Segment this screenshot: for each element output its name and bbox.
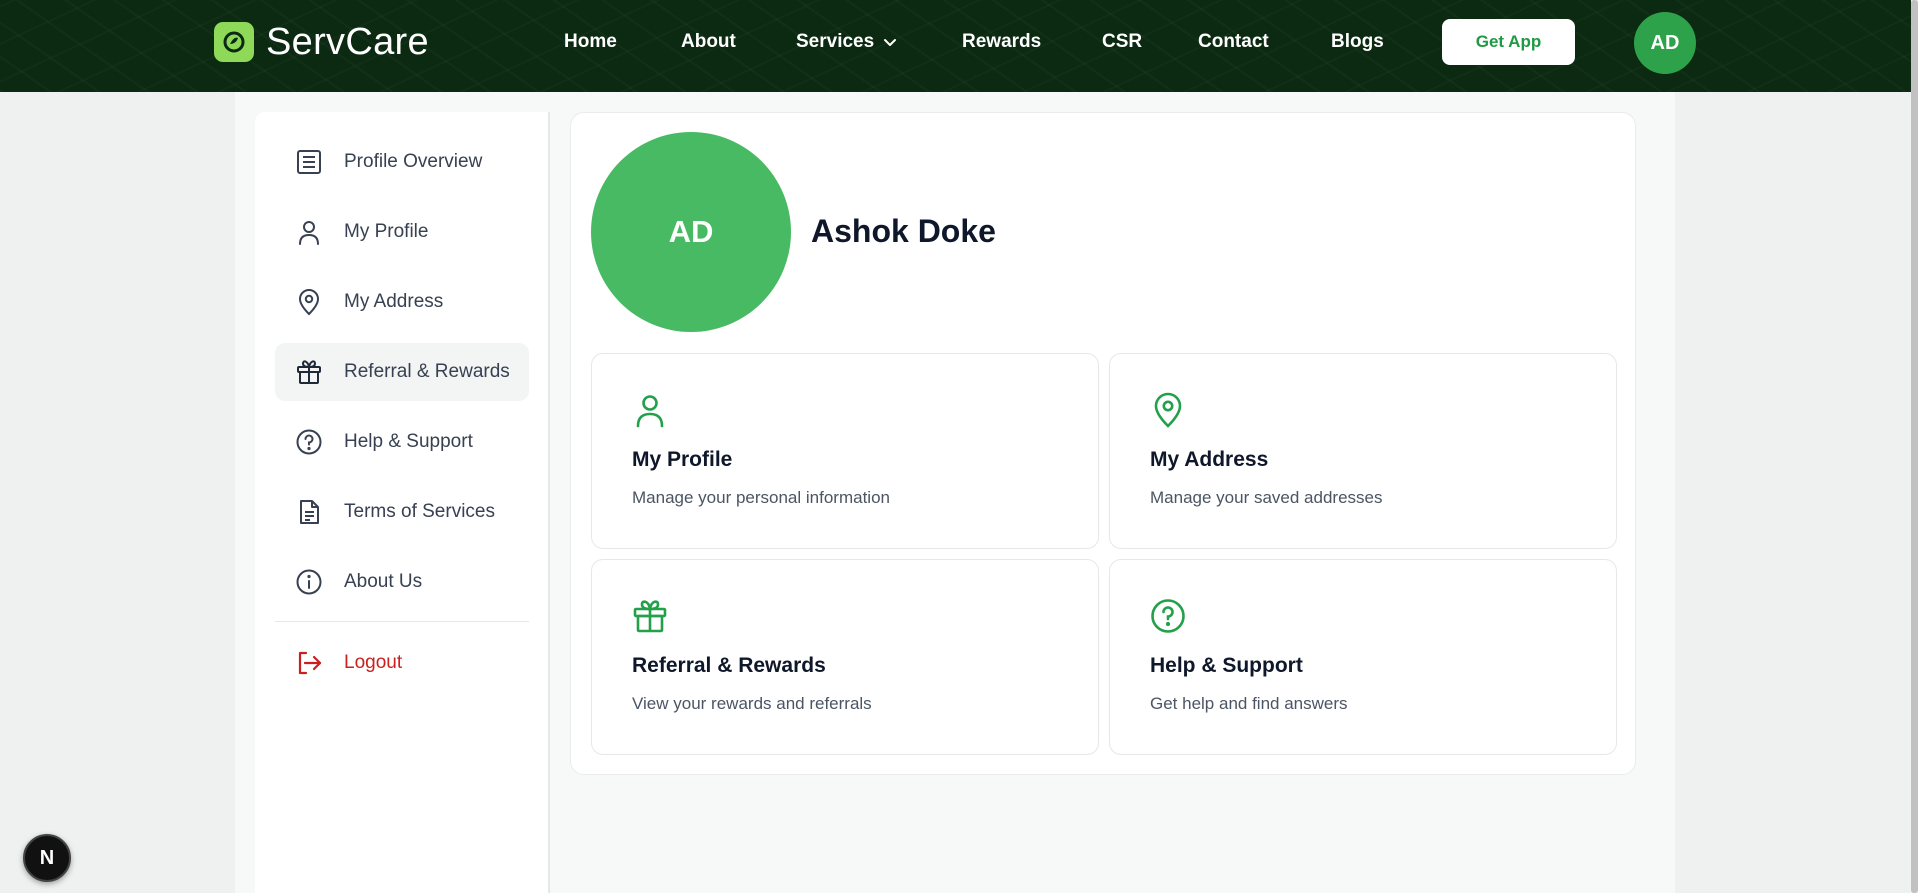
sidebar-item-referral-rewards[interactable]: Referral & Rewards — [275, 343, 529, 401]
map-pin-icon — [295, 288, 323, 316]
profile-sidebar: Profile Overview My Profile My Address R… — [255, 112, 550, 893]
card-desc: Get help and find answers — [1150, 694, 1348, 713]
card-my-address[interactable]: My Address Manage your saved addresses — [1109, 353, 1617, 549]
nav-contact-label: Contact — [1198, 31, 1269, 52]
card-title: My Profile — [632, 448, 733, 471]
user-icon — [636, 395, 664, 428]
logout-label: Logout — [344, 652, 403, 673]
brand-logo[interactable]: ServCare — [214, 21, 429, 63]
scrollbar-thumb[interactable] — [1911, 0, 1918, 893]
get-app-button[interactable]: Get App — [1442, 19, 1575, 65]
brand-name: ServCare — [266, 20, 429, 63]
sidebar-item-my-profile[interactable]: My Profile — [275, 203, 529, 261]
brand-logo-icon — [214, 22, 254, 62]
sidebar-item-label: Terms of Services — [344, 501, 495, 522]
gift-icon — [295, 358, 323, 386]
nav-blogs[interactable]: Blogs — [1331, 31, 1384, 53]
sidebar-item-help-support[interactable]: Help & Support — [275, 413, 529, 471]
nav-home[interactable]: Home — [564, 31, 617, 53]
top-header: ServCare Home About Services Rewards CSR… — [0, 0, 1911, 92]
card-referral-rewards[interactable]: Referral & Rewards View your rewards and… — [591, 559, 1099, 755]
card-my-profile[interactable]: My Profile Manage your personal informat… — [591, 353, 1099, 549]
sidebar-item-label: Referral & Rewards — [344, 361, 510, 382]
logout-icon — [295, 649, 323, 677]
document-icon — [295, 498, 323, 526]
sidebar-item-about-us[interactable]: About Us — [275, 553, 529, 611]
sidebar-item-my-address[interactable]: My Address — [275, 273, 529, 331]
card-desc: Manage your saved addresses — [1150, 488, 1383, 507]
sidebar-item-label: My Address — [344, 291, 444, 312]
card-desc: Manage your personal information — [632, 488, 890, 507]
list-icon — [295, 148, 323, 176]
nav-about-label: About — [681, 31, 736, 52]
profile-overview-panel: AD Ashok Doke My Profile Manage your per… — [570, 112, 1636, 775]
nav-csr-label: CSR — [1102, 31, 1143, 52]
chevron-down-icon — [884, 39, 897, 46]
nav-home-label: Home — [564, 31, 617, 52]
help-circle-icon — [1151, 599, 1185, 633]
user-icon — [295, 218, 323, 246]
nav-csr[interactable]: CSR — [1102, 31, 1142, 53]
nav-about[interactable]: About — [681, 31, 736, 53]
card-help-support[interactable]: Help & Support Get help and find answers — [1109, 559, 1617, 755]
header-avatar[interactable]: AD — [1634, 12, 1696, 74]
sidebar-item-terms[interactable]: Terms of Services — [275, 483, 529, 541]
profile-name: Ashok Doke — [811, 213, 996, 249]
nav-rewards-label: Rewards — [962, 31, 1042, 52]
page-scrollbar[interactable] — [1911, 0, 1918, 893]
nav-contact[interactable]: Contact — [1198, 31, 1269, 53]
sidebar-item-profile-overview[interactable]: Profile Overview — [275, 133, 529, 191]
sidebar-item-label: Profile Overview — [344, 151, 483, 172]
sidebar-item-label: About Us — [344, 571, 423, 592]
nav-rewards[interactable]: Rewards — [962, 31, 1041, 53]
sidebar-item-label: Help & Support — [344, 431, 473, 452]
map-pin-icon — [1154, 392, 1182, 428]
sidebar-divider — [275, 621, 529, 622]
card-title: Referral & Rewards — [632, 654, 826, 677]
card-title: Help & Support — [1150, 654, 1303, 677]
help-circle-icon — [295, 428, 323, 456]
nav-services-label: Services — [796, 31, 875, 52]
nav-blogs-label: Blogs — [1331, 31, 1384, 52]
dev-tools-badge[interactable]: N — [23, 834, 71, 882]
card-desc: View your rewards and referrals — [632, 694, 872, 713]
card-title: My Address — [1150, 448, 1269, 471]
logout-button[interactable]: Logout — [275, 634, 529, 692]
sidebar-item-label: My Profile — [344, 221, 429, 242]
gift-icon — [633, 600, 667, 633]
nav-services[interactable]: Services — [796, 31, 898, 53]
info-icon — [295, 568, 323, 596]
profile-avatar: AD — [591, 132, 791, 332]
